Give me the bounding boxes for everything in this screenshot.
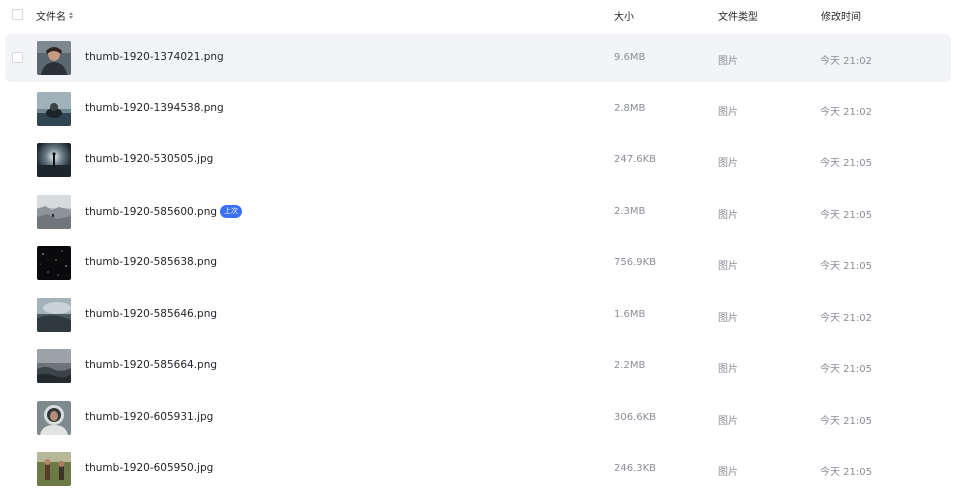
file-name[interactable]: thumb-1920-605950.jpg bbox=[85, 462, 213, 474]
file-name[interactable]: thumb-1920-585638.png bbox=[85, 256, 217, 268]
column-header-modified[interactable]: 修改时间 bbox=[821, 8, 861, 23]
file-type: 图片 bbox=[718, 56, 738, 67]
astronaut-water-photo-icon bbox=[37, 92, 71, 126]
select-all-checkbox[interactable] bbox=[12, 9, 23, 20]
row-checkbox[interactable] bbox=[12, 52, 23, 63]
file-list-table: 文件名 大小 文件类型 修改时间 thumb-1920-1374021.png … bbox=[0, 0, 960, 499]
file-size: 246.3KB bbox=[614, 463, 657, 474]
table-row[interactable]: thumb-1920-585600.png 上次 2.3MB 图片 今天 21:… bbox=[5, 188, 951, 236]
portrait-photo-icon bbox=[37, 41, 71, 75]
file-size: 2.2MB bbox=[614, 360, 646, 371]
file-name[interactable]: thumb-1920-585664.png bbox=[85, 359, 217, 371]
file-name[interactable]: thumb-1920-585646.png bbox=[85, 308, 217, 320]
file-modified-time: 今天 21:05 bbox=[820, 416, 872, 427]
table-row[interactable]: thumb-1920-585646.png 1.6MB 图片 今天 21:02 bbox=[5, 291, 951, 339]
column-header-type[interactable]: 文件类型 bbox=[718, 8, 758, 23]
sort-icon[interactable] bbox=[69, 11, 75, 20]
table-row[interactable]: thumb-1920-605931.jpg 306.6KB 图片 今天 21:0… bbox=[5, 394, 951, 442]
file-name-label: thumb-1920-585646.png bbox=[85, 308, 218, 320]
file-size: 756.9KB bbox=[614, 257, 657, 268]
table-row[interactable]: thumb-1920-1394538.png 2.8MB 图片 今天 21:02 bbox=[5, 85, 951, 133]
file-name-label: thumb-1920-1374021.png bbox=[85, 51, 224, 63]
file-modified-time: 今天 21:05 bbox=[820, 261, 872, 272]
file-size: 247.6KB bbox=[614, 154, 657, 165]
file-size: 9.6MB bbox=[614, 52, 646, 63]
file-type: 图片 bbox=[718, 364, 738, 375]
file-modified-time: 今天 21:05 bbox=[820, 210, 872, 221]
dark-space-photo-icon bbox=[37, 246, 71, 280]
file-modified-time: 今天 21:05 bbox=[820, 364, 872, 375]
file-name-label: thumb-1920-530505.jpg bbox=[85, 153, 214, 165]
file-name-label: thumb-1920-585638.png bbox=[85, 256, 218, 268]
column-header-size[interactable]: 大小 bbox=[614, 8, 634, 23]
file-type: 图片 bbox=[718, 107, 738, 118]
file-modified-time: 今天 21:02 bbox=[820, 107, 872, 118]
astronaut-helmet-photo-icon bbox=[37, 401, 71, 435]
file-type: 图片 bbox=[718, 261, 738, 272]
table-row[interactable]: thumb-1920-605950.jpg 246.3KB 图片 今天 21:0… bbox=[5, 445, 951, 493]
field-people-photo-icon bbox=[37, 452, 71, 486]
table-header: 文件名 大小 文件类型 修改时间 bbox=[0, 0, 960, 31]
ice-landscape-photo-icon bbox=[37, 195, 71, 229]
file-type: 图片 bbox=[718, 467, 738, 478]
table-row[interactable]: thumb-1920-585664.png 2.2MB 图片 今天 21:05 bbox=[5, 342, 951, 390]
table-row[interactable]: thumb-1920-1374021.png 9.6MB 图片 今天 21:02 bbox=[5, 34, 951, 82]
file-modified-time: 今天 21:02 bbox=[820, 313, 872, 324]
file-size: 2.3MB bbox=[614, 206, 646, 217]
file-name[interactable]: thumb-1920-605931.jpg bbox=[85, 411, 213, 423]
file-type: 图片 bbox=[718, 416, 738, 427]
file-size: 306.6KB bbox=[614, 412, 657, 423]
file-name-label: thumb-1920-605931.jpg bbox=[85, 411, 214, 423]
file-name[interactable]: thumb-1920-530505.jpg bbox=[85, 153, 213, 165]
file-type: 图片 bbox=[718, 210, 738, 221]
file-modified-time: 今天 21:05 bbox=[820, 158, 872, 169]
file-modified-time: 今天 21:02 bbox=[820, 56, 872, 67]
file-name-label: thumb-1920-605950.jpg bbox=[85, 462, 214, 474]
cloud-planet-photo-icon bbox=[37, 298, 71, 332]
file-name-label: thumb-1920-585600.png bbox=[85, 205, 218, 218]
file-name-label: thumb-1920-585664.png bbox=[85, 359, 218, 371]
silhouette-light-photo-icon bbox=[37, 143, 71, 177]
file-name[interactable]: thumb-1920-1394538.png bbox=[85, 102, 224, 114]
file-size: 2.8MB bbox=[614, 103, 646, 114]
file-modified-time: 今天 21:05 bbox=[820, 467, 872, 478]
column-header-name[interactable]: 文件名 bbox=[36, 8, 75, 23]
file-name[interactable]: thumb-1920-1374021.png bbox=[85, 51, 224, 63]
file-name-label: thumb-1920-1394538.png bbox=[85, 102, 224, 114]
file-type: 图片 bbox=[718, 313, 738, 324]
table-row[interactable]: thumb-1920-530505.jpg 247.6KB 图片 今天 21:0… bbox=[5, 136, 951, 184]
file-type: 图片 bbox=[718, 158, 738, 169]
last-opened-badge: 上次 bbox=[220, 205, 243, 218]
file-name[interactable]: thumb-1920-585600.png 上次 bbox=[85, 205, 243, 218]
table-row[interactable]: thumb-1920-585638.png 756.9KB 图片 今天 21:0… bbox=[5, 239, 951, 287]
column-header-name-label: 文件名 bbox=[36, 12, 66, 23]
file-size: 1.6MB bbox=[614, 309, 646, 320]
ocean-wave-photo-icon bbox=[37, 349, 71, 383]
